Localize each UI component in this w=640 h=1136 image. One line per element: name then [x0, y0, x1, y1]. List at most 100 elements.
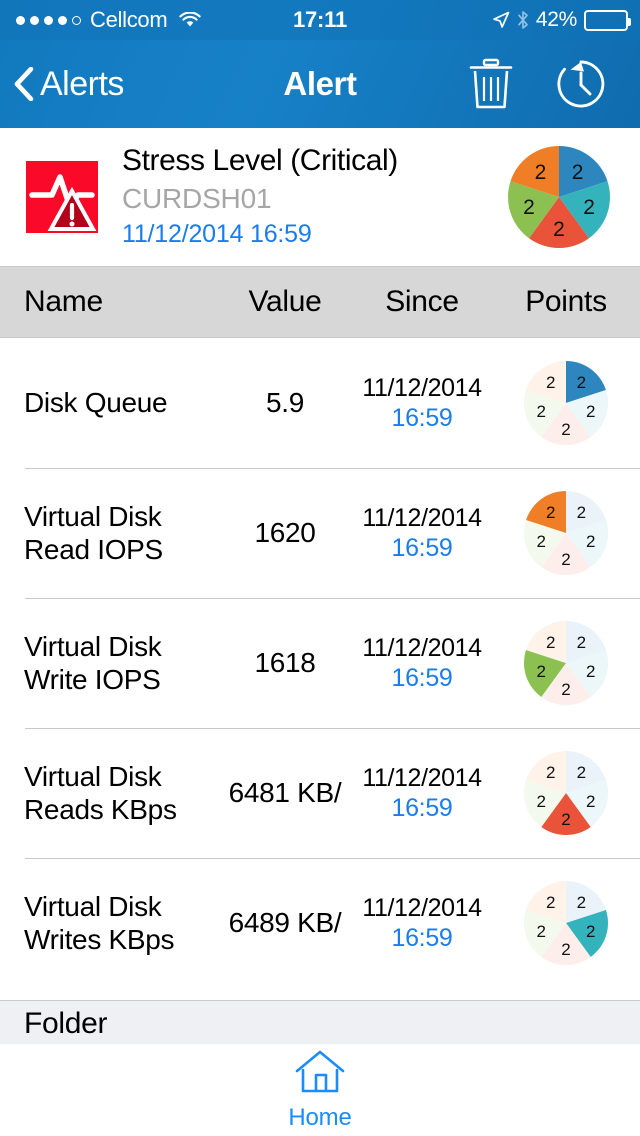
cell-metric-name: Virtual Disk Reads KBps: [24, 760, 177, 825]
cell-metric-name: Virtual Disk Writes KBps: [24, 890, 175, 955]
pie-slice-label: 2: [561, 550, 570, 569]
table-row[interactable]: Disk Queue 5.9 11/12/2014 16:59 2 2 2 2 2: [0, 338, 640, 468]
trash-icon: [469, 58, 513, 109]
alert-summary-card[interactable]: Stress Level (Critical) CURDSH01 11/12/2…: [0, 128, 640, 266]
cell-since: 11/12/2014 16:59: [348, 503, 496, 563]
pie-slice-label: 2: [537, 662, 546, 681]
tab-home[interactable]: Home: [288, 1049, 352, 1132]
cell-metric-value: 5.9: [265, 387, 305, 418]
pie-slice-label: 2: [553, 218, 565, 241]
pie-slice-label: 2: [537, 532, 546, 551]
tab-bar: Home: [0, 1044, 640, 1136]
pie-slice-label: 2: [583, 196, 595, 219]
cell-since: 11/12/2014 16:59: [348, 763, 496, 823]
cell-points-chart: 22222: [496, 621, 636, 705]
back-button[interactable]: Alerts: [0, 65, 124, 104]
cell-points-chart: 22222: [496, 881, 636, 965]
since-date: 11/12/2014: [362, 504, 482, 532]
alert-host: CURDSH01: [122, 182, 272, 214]
cell-since: 11/12/2014 16:59: [348, 373, 496, 433]
pie-slice-label: 2: [537, 792, 546, 811]
since-date: 11/12/2014: [362, 894, 482, 922]
column-header-value: Value: [248, 285, 322, 318]
table-row[interactable]: Virtual Disk Read IOPS 1620 11/12/2014 16:5…: [0, 468, 640, 598]
critical-stress-alert-icon: [26, 161, 98, 233]
delete-button[interactable]: [468, 58, 514, 110]
row-pie-chart: 22222: [524, 881, 608, 965]
pie-slice-label: 2: [546, 633, 555, 652]
chevron-left-icon: [14, 66, 34, 102]
history-button[interactable]: [554, 57, 608, 111]
cell-since: 11/12/2014 16:59: [348, 893, 496, 953]
column-header-name: Name: [24, 285, 103, 318]
pie-slice-label: 2: [586, 532, 595, 551]
navigation-bar: Alerts Alert: [0, 40, 640, 128]
pie-slice-label: 2: [586, 792, 595, 811]
alert-summary-pie-chart: 22222: [508, 146, 610, 248]
home-icon: [292, 1049, 348, 1100]
cell-metric-name: Disk Queue: [24, 387, 168, 419]
row-pie-chart: 22222: [524, 621, 608, 705]
since-time: 16:59: [391, 404, 453, 432]
pie-slice-label: 2: [577, 503, 586, 522]
column-header-since: Since: [385, 285, 459, 318]
alert-timestamp: 11/12/2014 16:59: [122, 220, 312, 249]
since-date: 11/12/2014: [362, 634, 482, 662]
history-clock-icon: [557, 60, 605, 108]
status-bar: Cellcom 17:11 42%: [0, 0, 640, 40]
pie-slice-label: 2: [537, 402, 546, 421]
table-header-row: Name Value Since Points: [0, 266, 640, 338]
cell-metric-value: 1620: [254, 517, 316, 548]
cell-points-chart: 22222: [496, 751, 636, 835]
cell-metric-value: 6481 KB/: [228, 777, 342, 808]
battery-icon: [584, 9, 631, 31]
pie-slice-label: 2: [537, 922, 546, 941]
pie-slice-label: 2: [561, 810, 570, 829]
pie-slice-label: 2: [523, 196, 535, 219]
since-time: 16:59: [391, 534, 453, 562]
since-time: 16:59: [391, 664, 453, 692]
metrics-table: Disk Queue 5.9 11/12/2014 16:59 2 2 2 2 2 Virtual…: [0, 338, 640, 988]
table-row[interactable]: Virtual Disk Writes KBps 6489 KB/11/12/20…: [0, 858, 640, 988]
since-date: 11/12/2014: [362, 374, 482, 402]
cell-metric-name: Virtual Disk Write IOPS: [24, 630, 162, 695]
row-pie-chart: 22222: [524, 491, 608, 575]
pie-slice-label: 2: [572, 161, 584, 184]
pie-slice-label: 2: [577, 893, 586, 912]
pie-slice-label: 2: [546, 503, 555, 522]
pie-slice-label: 2: [586, 662, 595, 681]
cell-points-chart: 22222: [496, 491, 636, 575]
table-row[interactable]: Virtual Disk Write IOPS 1618 11/12/2014 16:…: [0, 598, 640, 728]
pie-slice-label: 2: [546, 373, 555, 392]
since-time: 16:59: [391, 924, 453, 952]
alert-summary-texts: Stress Level (Critical) CURDSH01 11/12/2…: [122, 143, 508, 250]
nav-actions: [468, 57, 640, 111]
cell-metric-name: Virtual Disk Read IOPS: [24, 500, 163, 565]
cell-points-chart: 22222: [496, 361, 636, 445]
pie-slice-label: 2: [546, 893, 555, 912]
folder-section-header[interactable]: Folder: [0, 1000, 640, 1048]
pie-slice-label: 2: [577, 763, 586, 782]
status-bar-clock: 17:11: [292, 7, 348, 32]
section-spacer: [0, 988, 640, 1000]
cell-since: 11/12/2014 16:59: [348, 633, 496, 693]
pie-slice-label: 2: [561, 940, 570, 959]
pie-slice-label: 2: [586, 922, 595, 941]
pie-slice-label: 2: [546, 763, 555, 782]
pie-slice-label: 2: [561, 420, 570, 439]
folder-section-label: Folder: [24, 1007, 108, 1040]
pie-slice-label: 2: [577, 633, 586, 652]
alert-title: Stress Level (Critical): [122, 144, 398, 178]
table-row[interactable]: Virtual Disk Reads KBps 6481 KB/11/12/201…: [0, 728, 640, 858]
back-button-label: Alerts: [40, 64, 124, 103]
since-time: 16:59: [391, 794, 453, 822]
pie-slice-label: 2: [535, 161, 547, 184]
pie-slice-label: 2: [561, 680, 570, 699]
column-header-points: Points: [525, 285, 607, 318]
row-pie-chart: 22222: [524, 751, 608, 835]
row-pie-chart: 22222: [524, 361, 608, 445]
tab-home-label: Home: [288, 1103, 352, 1131]
cell-metric-value: 1618: [254, 647, 316, 678]
pie-slice-label: 2: [586, 402, 595, 421]
pie-slice-label: 2: [577, 373, 586, 392]
